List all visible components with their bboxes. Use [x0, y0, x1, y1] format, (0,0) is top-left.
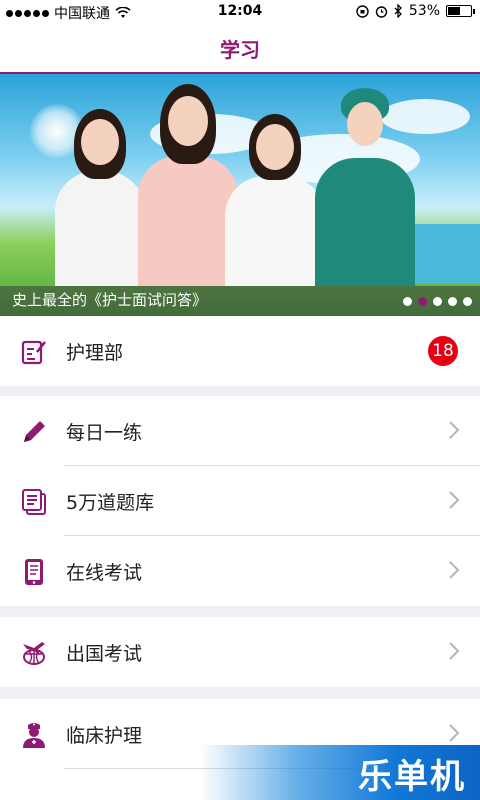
banner-caption: 史上最全的《护士面试问答》 [12, 291, 208, 309]
menu-item-label: 每日一练 [66, 422, 143, 444]
chevron-right-icon [449, 491, 460, 509]
alarm-icon [375, 5, 388, 18]
menu-item-online-exam[interactable]: 在线考试 [0, 536, 480, 606]
tablet-icon [25, 559, 43, 585]
page-title: 学习 [220, 38, 260, 62]
menu-item-nursing-dept[interactable]: 护理部 18 [0, 316, 480, 386]
menu-item-overseas-exam[interactable]: 出国考试 [0, 617, 480, 687]
edit-note-icon [21, 340, 47, 365]
menu-item-daily-practice[interactable]: 每日一练 [0, 396, 480, 466]
rotation-lock-icon [356, 4, 369, 18]
banner-page-indicator[interactable] [403, 297, 472, 306]
promo-banner[interactable]: 史上最全的《护士面试问答》 [0, 74, 480, 316]
chevron-right-icon [449, 724, 460, 742]
menu-group-1: 护理部 18 [0, 316, 480, 386]
banner-person [138, 84, 238, 286]
pager-dot[interactable] [403, 297, 412, 306]
watermark-text: 乐单机 [358, 757, 466, 797]
navigation-bar: 学习 [0, 22, 480, 74]
status-bar: 中国联通 12:04 53% [0, 0, 480, 22]
battery-percent: 53% [408, 3, 440, 19]
chevron-right-icon [449, 561, 460, 579]
pager-dot[interactable] [448, 297, 457, 306]
banner-person [315, 88, 415, 286]
airplane-globe-icon [23, 642, 45, 665]
menu-group-2: 每日一练 5万道题库 在线考试 [0, 396, 480, 606]
menu-item-label: 护理部 [66, 342, 124, 364]
menu-item-label: 5万道题库 [66, 492, 155, 514]
banner-person [55, 109, 145, 286]
menu-item-question-bank[interactable]: 5万道题库 [0, 466, 480, 536]
bluetooth-icon [394, 4, 402, 18]
menu-group-3: 出国考试 [0, 617, 480, 687]
pager-dot[interactable] [463, 297, 472, 306]
pager-dot[interactable] [433, 297, 442, 306]
nurse-icon [23, 723, 45, 748]
menu-item-label: 出国考试 [66, 643, 143, 665]
pencil-icon [24, 421, 45, 442]
watermark: 乐单机 [200, 745, 480, 800]
menu-item-label: 在线考试 [66, 562, 143, 584]
banner-person [225, 114, 325, 286]
notification-badge: 18 [428, 336, 458, 366]
battery-icon [446, 5, 475, 17]
chevron-right-icon [449, 421, 460, 439]
chevron-right-icon [449, 642, 460, 660]
pager-dot[interactable] [418, 297, 427, 306]
menu-item-label: 临床护理 [66, 725, 143, 747]
documents-icon [22, 489, 46, 515]
